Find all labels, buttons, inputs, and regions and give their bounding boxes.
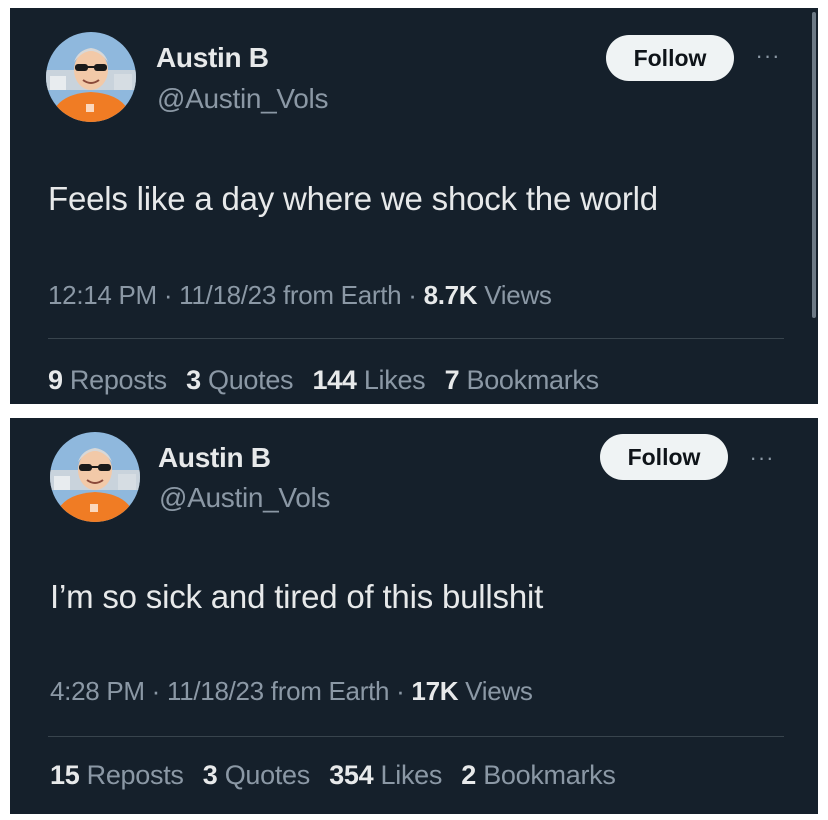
bookmarks-count: 7 xyxy=(444,365,460,395)
bookmarks-count: 2 xyxy=(461,760,476,790)
views-label: Views xyxy=(465,676,533,706)
divider xyxy=(48,338,784,339)
likes-count: 144 xyxy=(312,365,357,395)
quotes-label: Quotes xyxy=(224,760,311,790)
tweet-metadata: 4:28 PM · 11/18/23 from Earth · 17K View… xyxy=(50,676,533,707)
quotes-stat[interactable]: 3 Quotes xyxy=(186,365,293,395)
bookmarks-label: Bookmarks xyxy=(466,365,599,395)
user-handle[interactable]: @Austin_Vols xyxy=(159,482,330,514)
separator-dot: · xyxy=(396,676,412,706)
more-options-icon[interactable]: ··· xyxy=(750,45,786,67)
display-name[interactable]: Austin B xyxy=(158,442,271,474)
separator-dot: · xyxy=(163,280,180,310)
display-name[interactable]: Austin B xyxy=(156,42,269,74)
quotes-count: 3 xyxy=(202,760,218,790)
quotes-label: Quotes xyxy=(208,365,294,395)
tweet-time[interactable]: 4:28 PM xyxy=(50,676,145,706)
scrollbar[interactable] xyxy=(812,12,816,318)
tweet-text: Feels like a day where we shock the worl… xyxy=(48,180,658,217)
likes-label: Likes xyxy=(363,365,426,395)
tweet-text: I’m so sick and tired of this bullshit xyxy=(50,578,544,615)
bookmarks-stat[interactable]: 7 Bookmarks xyxy=(444,365,600,395)
tweet-date[interactable]: 11/18/23 xyxy=(179,280,276,310)
reposts-stat[interactable]: 9 Reposts xyxy=(48,365,167,395)
avatar[interactable] xyxy=(46,32,136,122)
follow-button[interactable]: Follow xyxy=(606,35,734,81)
separator-dot: · xyxy=(408,280,424,310)
bookmarks-stat[interactable]: 2 Bookmarks xyxy=(461,760,616,790)
quotes-count: 3 xyxy=(186,365,201,395)
views-label: Views xyxy=(484,280,552,310)
tweet-card: Austin B @Austin_Vols Follow ··· Feels l… xyxy=(10,8,818,404)
tweet-metadata: 12:14 PM · 11/18/23 from Earth · 8.7K Vi… xyxy=(48,280,552,311)
bookmarks-label: Bookmarks xyxy=(483,760,616,790)
tweet-source: from Earth xyxy=(282,280,402,310)
follow-button[interactable]: Follow xyxy=(600,434,728,480)
engagement-stats: 9 Reposts 3 Quotes 144 Likes 7 Bookmarks xyxy=(48,365,599,396)
avatar[interactable] xyxy=(50,432,140,522)
quotes-stat[interactable]: 3 Quotes xyxy=(203,760,310,790)
tweet-time[interactable]: 12:14 PM xyxy=(48,280,157,310)
more-options-icon[interactable]: ··· xyxy=(744,447,780,469)
divider xyxy=(48,736,784,737)
user-handle[interactable]: @Austin_Vols xyxy=(157,83,328,115)
likes-label: Likes xyxy=(380,760,443,790)
likes-count: 354 xyxy=(329,760,374,790)
views-count: 17K xyxy=(411,676,459,706)
likes-stat[interactable]: 354 Likes xyxy=(329,760,442,790)
tweet-card: Austin B @Austin_Vols Follow ··· I’m so … xyxy=(10,418,818,814)
reposts-label: Reposts xyxy=(69,365,167,395)
reposts-label: Reposts xyxy=(86,760,184,790)
separator-dot: · xyxy=(151,676,167,706)
reposts-count: 15 xyxy=(50,760,80,790)
likes-stat[interactable]: 144 Likes xyxy=(312,365,425,395)
engagement-stats: 15 Reposts 3 Quotes 354 Likes 2 Bookmark… xyxy=(50,760,616,791)
views-count: 8.7K xyxy=(423,280,478,310)
tweet-date[interactable]: 11/18/23 xyxy=(167,676,264,706)
tweet-source: from Earth xyxy=(270,676,390,706)
reposts-stat[interactable]: 15 Reposts xyxy=(50,760,184,790)
reposts-count: 9 xyxy=(48,365,63,395)
